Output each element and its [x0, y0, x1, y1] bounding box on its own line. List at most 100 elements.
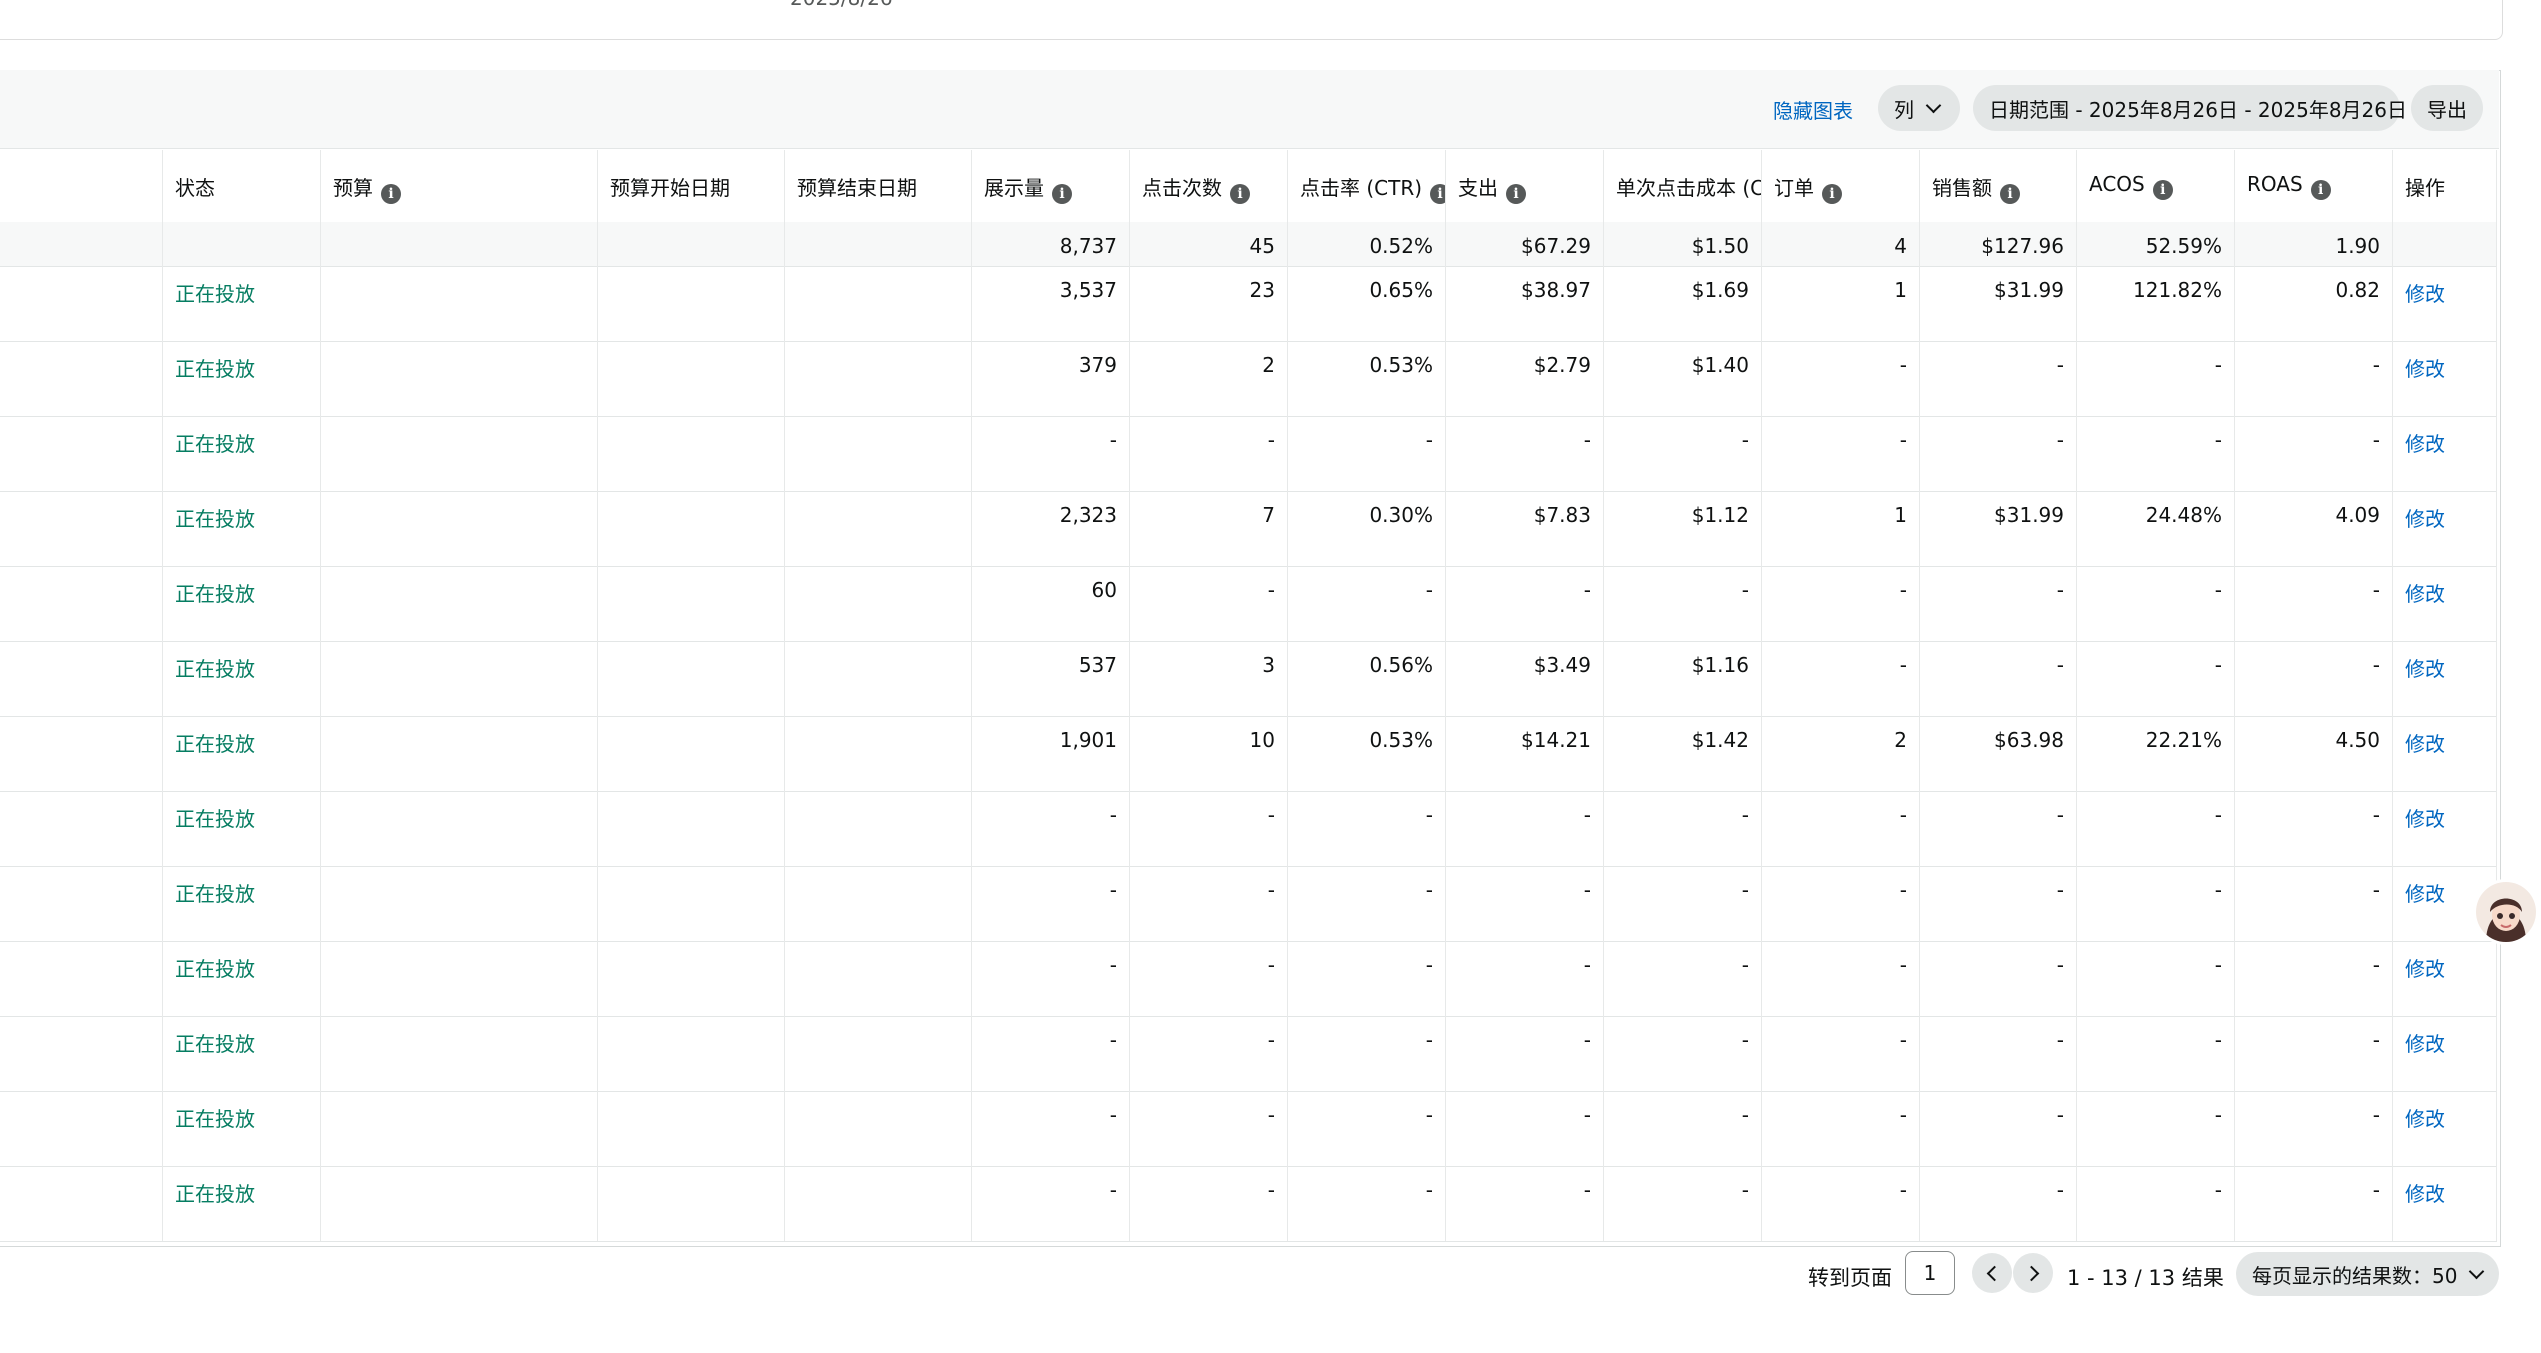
info-icon[interactable]: i	[1052, 184, 1072, 204]
info-icon[interactable]: i	[381, 184, 401, 204]
cell-budget	[321, 341, 598, 416]
column-header-ctr[interactable]: 点击率 (CTR) i	[1288, 150, 1446, 222]
info-icon[interactable]: i	[2152, 180, 2173, 200]
cell-spend: -	[1446, 1091, 1604, 1166]
cell-roas: -	[2235, 1166, 2393, 1241]
columns-button[interactable]: 列	[1878, 85, 1960, 131]
cell-budget	[321, 641, 598, 716]
column-header-impr[interactable]: 展示量 i	[972, 150, 1130, 222]
column-header-status[interactable]: 状态	[163, 150, 321, 222]
cell-impr: -	[972, 791, 1130, 866]
column-header-action[interactable]: 操作	[2393, 150, 2497, 222]
assistant-avatar[interactable]	[2476, 882, 2536, 942]
edit-link[interactable]: 修改	[2393, 716, 2497, 791]
table-row: 正在投放 - - - - - - - - - 修改	[0, 941, 2497, 1017]
cell-spend: $3.49	[1446, 641, 1604, 716]
table-row: 正在投放 1,901 10 0.53% $14.21 $1.42 2 $63.98 22.21%…	[0, 716, 2497, 792]
info-icon[interactable]: i	[1230, 184, 1250, 204]
cell-cpc: $1.40	[1604, 341, 1762, 416]
totals-cell	[785, 222, 972, 266]
cell-end	[785, 791, 972, 866]
column-header-sales[interactable]: 销售额 i	[1920, 150, 2077, 222]
cell-spend: -	[1446, 416, 1604, 491]
totals-orders: 4	[1762, 222, 1920, 266]
info-icon[interactable]: i	[1506, 184, 1526, 204]
cell-sales: -	[1920, 641, 2077, 716]
edit-link[interactable]: 修改	[2393, 941, 2497, 1016]
column-header-start[interactable]: 预算开始日期	[598, 150, 785, 222]
cell-name	[0, 566, 163, 641]
info-icon[interactable]: i	[1430, 184, 1445, 204]
per-page-select[interactable]: 每页显示的结果数：50	[2236, 1252, 2499, 1296]
cell-roas: -	[2235, 341, 2393, 416]
edit-link[interactable]: 修改	[2393, 1016, 2497, 1091]
table-row: 正在投放 - - - - - - - - - 修改	[0, 1166, 2497, 1242]
column-header-acos[interactable]: ACOS i	[2077, 150, 2235, 222]
column-header-label: 预算结束日期	[797, 176, 917, 200]
cell-ctr: -	[1288, 566, 1446, 641]
edit-link[interactable]: 修改	[2393, 1166, 2497, 1241]
cell-end	[785, 941, 972, 1016]
column-header-budget[interactable]: 预算 i	[321, 150, 598, 222]
cell-acos: -	[2077, 1166, 2235, 1241]
cell-start	[598, 1166, 785, 1241]
next-page-button[interactable]	[2013, 1253, 2053, 1293]
cell-sales: -	[1920, 416, 2077, 491]
cell-orders: 1	[1762, 266, 1920, 341]
edit-link[interactable]: 修改	[2393, 491, 2497, 566]
cell-orders: -	[1762, 1016, 1920, 1091]
info-icon[interactable]: i	[1822, 184, 1842, 204]
cell-start	[598, 266, 785, 341]
edit-link[interactable]: 修改	[2393, 1091, 2497, 1166]
results-range: 1 - 13 / 13 结果	[2067, 1266, 2224, 1290]
cell-acos: -	[2077, 941, 2235, 1016]
cell-sales: $63.98	[1920, 716, 2077, 791]
page-number-input[interactable]: 1	[1905, 1251, 1955, 1295]
cell-ctr: -	[1288, 1016, 1446, 1091]
edit-link[interactable]: 修改	[2393, 266, 2497, 341]
info-icon[interactable]: i	[2310, 180, 2331, 200]
chevron-right-icon	[2023, 1265, 2039, 1281]
hide-chart-link[interactable]: 隐藏图表	[1773, 95, 1853, 124]
edit-link[interactable]: 修改	[2393, 341, 2497, 416]
cell-budget	[321, 1016, 598, 1091]
prev-page-button[interactable]	[1972, 1253, 2012, 1293]
column-header-label: 预算	[333, 176, 373, 200]
cell-start	[598, 1016, 785, 1091]
edit-link[interactable]: 修改	[2393, 566, 2497, 641]
edit-link[interactable]: 修改	[2393, 791, 2497, 866]
cell-cpc: -	[1604, 416, 1762, 491]
cell-roas: -	[2235, 1091, 2393, 1166]
column-header-orders[interactable]: 订单 i	[1762, 150, 1920, 222]
cell-clicks: -	[1130, 866, 1288, 941]
cell-impr: 2,323	[972, 491, 1130, 566]
edit-link[interactable]: 修改	[2393, 641, 2497, 716]
column-header-roas[interactable]: ROAS i	[2235, 150, 2393, 222]
column-header-clicks[interactable]: 点击次数 i	[1130, 150, 1288, 222]
export-button[interactable]: 导出	[2411, 85, 2483, 131]
cell-spend: $7.83	[1446, 491, 1604, 566]
info-icon[interactable]: i	[2000, 184, 2020, 204]
cell-name	[0, 341, 163, 416]
column-header-cpc[interactable]: 单次点击成本 (CPC)	[1604, 150, 1762, 222]
cell-clicks: 23	[1130, 266, 1288, 341]
cell-spend: -	[1446, 941, 1604, 1016]
table-row: 正在投放 - - - - - - - - - 修改	[0, 416, 2497, 492]
cell-acos: -	[2077, 566, 2235, 641]
edit-link[interactable]: 修改	[2393, 416, 2497, 491]
cell-status: 正在投放	[163, 641, 321, 716]
avatar-face-icon	[2486, 898, 2526, 942]
cell-impr: 3,537	[972, 266, 1130, 341]
cell-cpc: -	[1604, 566, 1762, 641]
table-header-row: 状态 预算 i 预算开始日期 预算结束日期 展示量 i 点击次数 i 点击率 (CTR) i 支出 i 单…	[0, 150, 2497, 223]
date-range-button[interactable]: 日期范围 - 2025年8月26日 - 2025年8月26日	[1973, 85, 2407, 131]
cell-acos: -	[2077, 416, 2235, 491]
cell-name	[0, 641, 163, 716]
cell-budget	[321, 1166, 598, 1241]
cell-budget	[321, 491, 598, 566]
cell-budget	[321, 791, 598, 866]
cell-sales: -	[1920, 1016, 2077, 1091]
column-header-spend[interactable]: 支出 i	[1446, 150, 1604, 222]
cell-orders: 2	[1762, 716, 1920, 791]
column-header-end[interactable]: 预算结束日期	[785, 150, 972, 222]
